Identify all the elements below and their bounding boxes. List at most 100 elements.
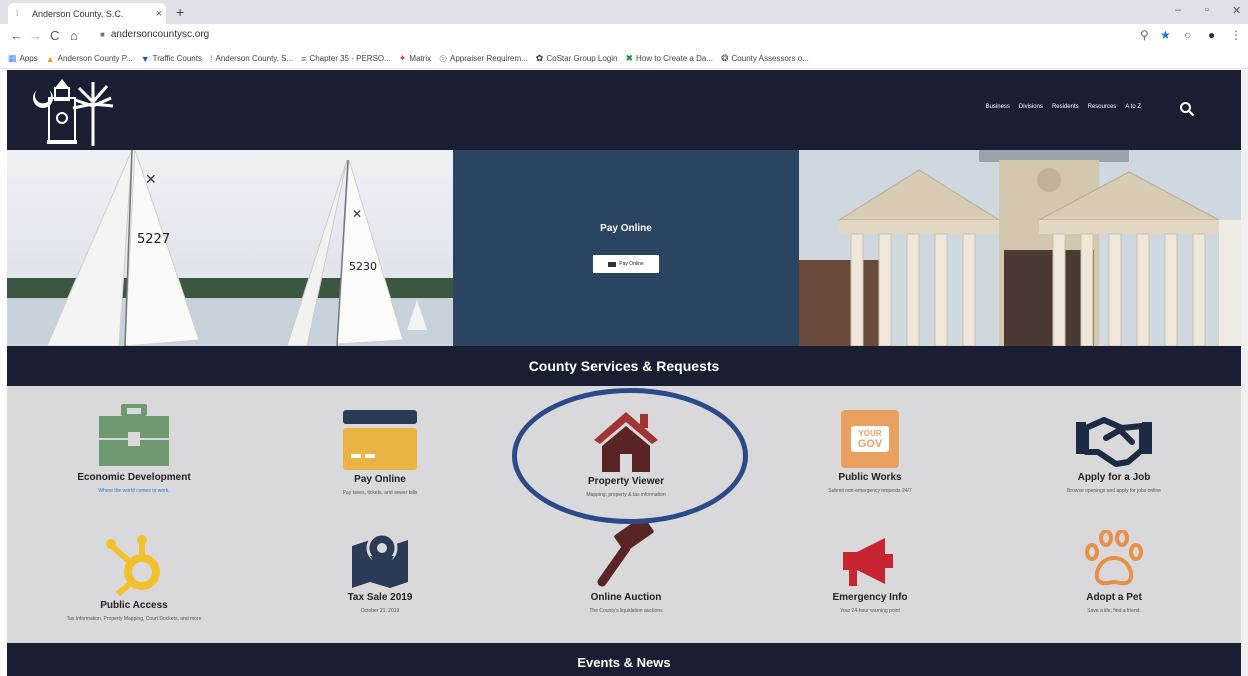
- new-tab-button[interactable]: +: [176, 4, 184, 20]
- bookmark-item[interactable]: ✖ How to Create a Da...: [626, 53, 713, 64]
- address-bar[interactable]: ■ andersoncountysc.org: [100, 29, 209, 40]
- service-subtitle: Your 24-hour warning point: [840, 608, 900, 614]
- events-header-bar: Events & News: [7, 643, 1241, 676]
- profile-icon[interactable]: ●: [1208, 28, 1215, 42]
- extension-icon[interactable]: ○: [1184, 28, 1191, 42]
- money-icon: [608, 261, 617, 267]
- service-emergency-info[interactable]: Emergency Info Your 24-hour warning poin…: [747, 536, 993, 614]
- county-logo[interactable]: [27, 76, 119, 148]
- highlight-annotation-ellipse: [512, 388, 748, 524]
- service-title: Public Access: [100, 600, 168, 611]
- bookmark-label: Anderson County P...: [57, 54, 133, 63]
- service-online-auction[interactable]: Online Auction The County's liquidation …: [503, 520, 749, 614]
- bookmark-item[interactable]: ◎ Appraiser Requirem...: [439, 53, 528, 64]
- nav-a-to-z[interactable]: A to Z: [1125, 104, 1141, 110]
- browser-tab-strip: [0, 0, 1248, 24]
- service-apply-job[interactable]: Apply for a Job Browse openings and appl…: [991, 416, 1237, 494]
- bookmark-item[interactable]: ✦ Matrix: [399, 53, 431, 64]
- chapter-icon: ≡: [301, 53, 307, 64]
- service-title: Online Auction: [590, 592, 662, 603]
- costar-icon: ✿: [535, 53, 544, 63]
- nav-resources[interactable]: Resources: [1088, 104, 1117, 110]
- bookmark-item[interactable]: ▼ Traffic Counts: [141, 54, 202, 64]
- bookmark-item[interactable]: ❂ County Assessors o...: [721, 53, 809, 64]
- appraiser-icon: ◎: [439, 53, 447, 63]
- top-nav: Business Divisions Residents Resources A…: [986, 104, 1141, 110]
- back-button[interactable]: ←: [10, 28, 23, 43]
- service-title: Tax Sale 2019: [347, 592, 413, 603]
- bookmark-label: How to Create a Da...: [636, 54, 713, 63]
- excel-icon: ✖: [625, 53, 634, 63]
- services-header-bar: County Services & Requests: [7, 346, 1241, 386]
- bookmark-item[interactable]: ▦ Apps: [8, 53, 38, 64]
- reload-button[interactable]: C: [50, 28, 59, 43]
- search-icon[interactable]: [1179, 101, 1195, 117]
- bookmark-label: Chapter 35 - PERSO...: [309, 54, 391, 63]
- service-adopt-pet[interactable]: Adopt a Pet Save a life, find a friend.: [991, 530, 1237, 614]
- person-icon: ▲: [45, 53, 55, 64]
- briefcase-icon: [99, 404, 169, 466]
- service-subtitle: Save a life, find a friend.: [1087, 608, 1141, 614]
- service-subtitle: Where the world comes to work.: [98, 488, 170, 494]
- service-subtitle: Submit non-emergency requests 24/7: [828, 488, 912, 494]
- bookmark-item[interactable]: ≡ Chapter 35 - PERSO...: [301, 54, 391, 64]
- forward-button[interactable]: →: [29, 28, 42, 43]
- globe-icon: ❂: [720, 53, 729, 63]
- bookmark-label: County Assessors o...: [731, 54, 809, 63]
- map-pin-icon: [352, 532, 408, 588]
- your-gov-icon: YOUR GOV: [841, 410, 899, 468]
- bookmark-item[interactable]: ✿ CoStar Group Login: [536, 53, 618, 64]
- bookmark-label: Matrix: [409, 54, 432, 63]
- service-tax-sale[interactable]: Tax Sale 2019 October 21, 2019: [257, 532, 503, 614]
- service-title: Emergency Info: [832, 592, 908, 603]
- pay-online-button[interactable]: Pay Online: [593, 255, 659, 273]
- favicon-icon: ⁞: [16, 8, 19, 18]
- credit-card-icon: [343, 410, 417, 470]
- service-title: Adopt a Pet: [1086, 592, 1142, 603]
- nav-business[interactable]: Business: [986, 104, 1010, 110]
- lock-icon: ■: [100, 30, 105, 39]
- bookmark-item[interactable]: ▲ Anderson County P...: [46, 54, 133, 64]
- paw-icon: [1085, 530, 1143, 586]
- svg-text:✕: ✕: [145, 172, 157, 188]
- bookmark-item[interactable]: ⁞ Anderson County, S...: [210, 54, 293, 64]
- bookmark-star-icon[interactable]: ★: [1160, 28, 1171, 42]
- pay-online-title: Pay Online: [600, 223, 652, 234]
- service-subtitle: Browse openings and apply for jobs onlin…: [1067, 488, 1161, 494]
- close-window-button[interactable]: ✕: [1232, 4, 1241, 17]
- zoom-icon[interactable]: ⚲: [1140, 28, 1149, 42]
- tab-close-icon[interactable]: ×: [152, 8, 166, 20]
- service-subtitle: Tax Information, Property Mapping, Court…: [66, 616, 202, 622]
- browser-tab[interactable]: ⁞ Anderson County, S.C. ×: [8, 3, 166, 24]
- service-public-access[interactable]: Public Access Tax Information, Property …: [11, 534, 257, 622]
- svg-text:✕: ✕: [352, 207, 362, 221]
- events-title: Events & News: [577, 655, 671, 670]
- service-economic-development[interactable]: Economic Development Where the world com…: [11, 404, 257, 494]
- service-public-works[interactable]: YOUR GOV Public Works Submit non-emergen…: [747, 410, 993, 494]
- sail-number-2: 5230: [349, 260, 377, 273]
- bookmark-label: Anderson County, S...: [215, 54, 294, 63]
- home-button[interactable]: ⌂: [70, 28, 78, 43]
- megaphone-icon: [843, 538, 893, 586]
- handshake-icon: [1076, 417, 1152, 467]
- county-icon: ⁞: [209, 53, 213, 64]
- page-scrollbar[interactable]: [1241, 70, 1248, 676]
- hero-banner: ✕ ✕ 5227 5230 Pay Online Pay Online: [7, 150, 1241, 346]
- bookmark-label: CoStar Group Login: [546, 54, 618, 63]
- menu-kebab-icon[interactable]: ⋮: [1230, 28, 1242, 42]
- service-subtitle: The County's liquidation auctions: [589, 608, 663, 614]
- gavel-icon: [597, 520, 654, 587]
- matrix-icon: ✦: [398, 53, 407, 63]
- pay-online-panel: Pay Online Pay Online: [453, 150, 799, 346]
- hubspot-icon: [106, 535, 160, 596]
- nav-divisions[interactable]: Divisions: [1019, 104, 1043, 110]
- maximize-button[interactable]: ▫: [1205, 4, 1209, 16]
- service-pay-online[interactable]: Pay Online Pay taxes, tickets, and sewer…: [257, 410, 503, 496]
- minimize-button[interactable]: –: [1175, 4, 1181, 16]
- bookmark-label: Traffic Counts: [152, 54, 202, 63]
- apps-grid-icon: ▦: [8, 53, 17, 63]
- bookmark-label: Appraiser Requirem...: [449, 54, 528, 63]
- bookmark-label: Apps: [19, 54, 38, 63]
- nav-residents[interactable]: Residents: [1052, 104, 1079, 110]
- service-subtitle: October 21, 2019: [360, 608, 400, 614]
